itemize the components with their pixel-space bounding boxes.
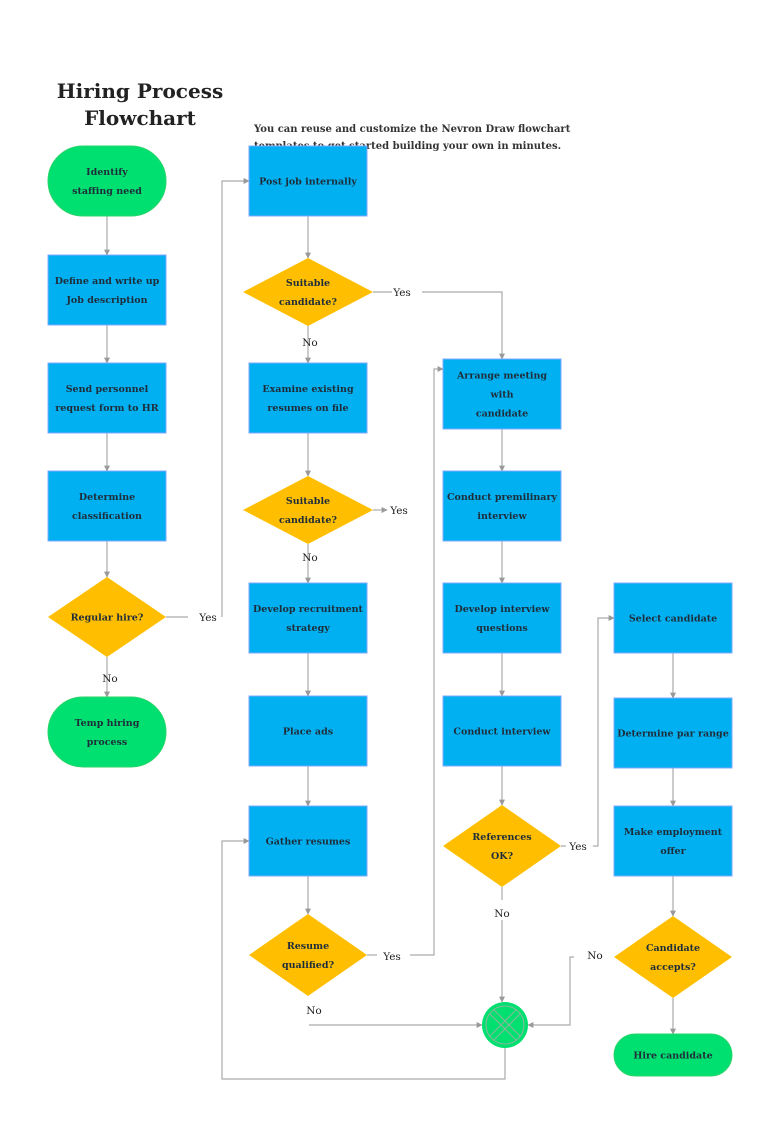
merge-shape [482, 1002, 528, 1048]
edge-label-no: No [302, 552, 318, 564]
node-arrange[interactable]: Arrange meeting with candidate [442, 358, 562, 430]
node-label: Temp hiring [75, 718, 140, 729]
node-label: References [472, 832, 531, 843]
node-label: Suitable [286, 496, 330, 507]
node-label: strategy [286, 623, 330, 634]
node-post[interactable]: Post job internally [248, 145, 368, 217]
edge-label-yes: Yes [382, 951, 401, 963]
node-gather[interactable]: Gather resumes [248, 805, 368, 877]
node-label: Hire candidate [633, 1051, 712, 1062]
decision-shape [243, 258, 373, 326]
process-shape [47, 254, 167, 326]
edge-label-no: No [494, 908, 510, 920]
node-offer[interactable]: Make employment offer [613, 805, 733, 877]
node-examine[interactable]: Examine existing resumes on file [248, 362, 368, 434]
node-prelim[interactable]: Conduct premilinary interview [442, 470, 562, 542]
node-label: Examine existing [262, 384, 354, 395]
node-label: request form to HR [55, 403, 158, 414]
connector-qualified-to-arrange-b [410, 366, 444, 956]
connector-references-to-select-b [593, 615, 615, 847]
node-select[interactable]: Select candidate [613, 582, 733, 654]
node-label: candidate [476, 409, 528, 420]
flowchart-canvas: Identify staffing need Define and write up… [47, 145, 733, 1080]
node-label: classification [72, 511, 142, 522]
decision-shape [243, 476, 373, 544]
decision-shape [443, 805, 561, 887]
edge-label-no: No [587, 950, 603, 962]
node-label: Candidate [646, 943, 700, 954]
node-send[interactable]: Send personnel request form to HR [47, 362, 167, 434]
terminal-shape [47, 145, 167, 217]
node-merge[interactable] [482, 1002, 528, 1048]
process-shape [442, 582, 562, 654]
node-hire[interactable]: Hire candidate [613, 1033, 733, 1077]
terminal-shape [47, 696, 167, 768]
edge-label-yes: Yes [198, 612, 217, 624]
node-define[interactable]: Define and write up Job description [47, 254, 167, 326]
node-label: questions [476, 623, 528, 634]
connector-suitable1-to-arrange-b [422, 291, 505, 360]
node-label: Determine [79, 492, 135, 503]
decision-shape [249, 914, 367, 996]
node-label: Select candidate [629, 614, 717, 625]
node-label: Make employment [624, 827, 723, 838]
node-label: accepts? [650, 962, 696, 973]
edge-label-no: No [306, 1005, 322, 1017]
node-temp[interactable]: Temp hiring process [47, 696, 167, 768]
node-label: with [489, 390, 513, 401]
node-label: Job description [65, 295, 147, 306]
process-shape [613, 805, 733, 877]
edge-label-yes: Yes [392, 287, 411, 299]
node-label: staffing need [72, 186, 142, 197]
edge-label-yes: Yes [389, 505, 408, 517]
node-label: candidate? [279, 515, 337, 526]
node-label: Define and write up [55, 276, 160, 287]
node-label: Resume [287, 941, 329, 952]
decision-shape [614, 916, 732, 998]
node-classify[interactable]: Determine classification [47, 470, 167, 542]
node-label: Conduct interview [453, 727, 551, 738]
node-label: Develop recruitment [253, 604, 363, 615]
node-references[interactable]: References OK? [443, 805, 561, 887]
node-label: Suitable [286, 278, 330, 289]
node-label: Gather resumes [266, 837, 351, 848]
node-accepts[interactable]: Candidate accepts? [614, 916, 732, 998]
node-qualified[interactable]: Resume qualified? [249, 914, 367, 996]
connector-regular-to-post-b [221, 178, 250, 617]
node-suitable1[interactable]: Suitable candidate? [243, 258, 373, 326]
node-label: Identify [86, 167, 128, 178]
node-label: interview [477, 511, 527, 522]
process-shape [47, 470, 167, 542]
node-interview[interactable]: Conduct interview [442, 695, 562, 767]
node-pay[interactable]: Determine par range [613, 697, 733, 769]
node-label: Arrange meeting [456, 371, 547, 382]
node-label: Determine par range [617, 729, 729, 740]
node-label: process [87, 737, 128, 748]
node-label: offer [660, 846, 686, 857]
node-label: Regular hire? [71, 613, 144, 624]
node-label: Send personnel [66, 384, 149, 395]
edge-label-no: No [102, 673, 118, 685]
process-shape [442, 470, 562, 542]
process-shape [248, 362, 368, 434]
node-questions[interactable]: Develop interview questions [442, 582, 562, 654]
edge-label-no: No [302, 337, 318, 349]
node-develop-strategy[interactable]: Develop recruitment strategy [248, 582, 368, 654]
process-shape [248, 582, 368, 654]
node-label: Develop interview [454, 604, 550, 615]
node-regular[interactable]: Regular hire? [48, 577, 166, 657]
process-shape [47, 362, 167, 434]
node-label: candidate? [279, 297, 337, 308]
edge-label-yes: Yes [568, 841, 587, 853]
node-label: resumes on file [267, 403, 348, 414]
node-label: qualified? [282, 960, 335, 971]
node-place-ads[interactable]: Place ads [248, 695, 368, 767]
node-suitable2[interactable]: Suitable candidate? [243, 476, 373, 544]
node-label: OK? [491, 851, 514, 862]
node-label: Conduct premilinary [447, 492, 557, 503]
node-label: Place ads [283, 727, 333, 738]
connector-accepts-to-merge [527, 956, 574, 1028]
node-identify[interactable]: Identify staffing need [47, 145, 167, 217]
node-label: Post job internally [259, 177, 357, 188]
